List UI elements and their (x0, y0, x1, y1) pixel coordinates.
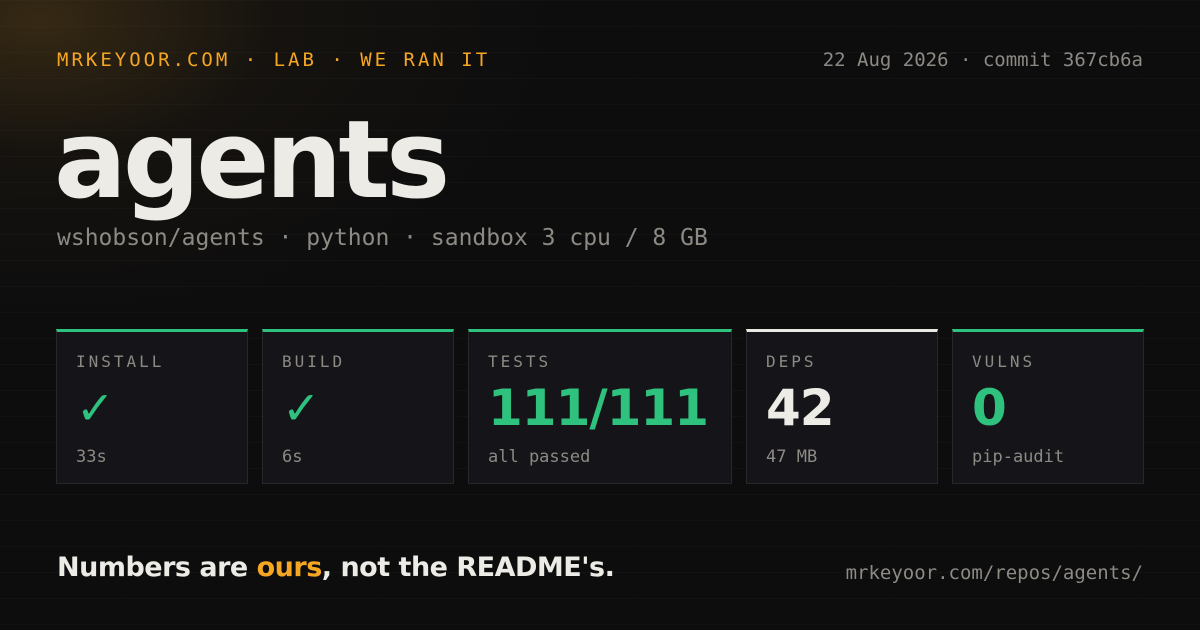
tagline-accent: ours (256, 552, 323, 583)
stat-label: BUILD (282, 352, 346, 371)
tagline-text: , not the README's. (321, 552, 615, 583)
stat-note: 47 MB (766, 447, 818, 467)
og-card: MRKEYOOR.COM · LAB · WE RAN IT 22 Aug 20… (0, 0, 1200, 630)
page-url: mrkeyoor.com/repos/agents/ (845, 562, 1143, 584)
stat-value: 111/111 (488, 379, 709, 437)
stat-card-vulns: VULNS 0 pip-audit (952, 329, 1144, 484)
stat-card-tests: TESTS 111/111 all passed (468, 329, 732, 484)
stat-card-deps: DEPS 42 47 MB (746, 329, 938, 484)
date-commit-meta: 22 Aug 2026 · commit 367cb6a (822, 49, 1143, 71)
tagline: Numbers are ours, not the README's. (57, 552, 615, 583)
stat-note: 6s (282, 447, 303, 467)
stat-note: all passed (488, 447, 591, 467)
stat-label: TESTS (488, 352, 552, 371)
stat-value: 42 (766, 379, 835, 437)
stat-card-build: BUILD ✓ 6s (262, 329, 454, 484)
stat-note: pip-audit (972, 447, 1065, 467)
site-kicker: MRKEYOOR.COM · LAB · WE RAN IT (57, 49, 491, 71)
checkmark-icon: ✓ (282, 381, 321, 435)
stat-card-install: INSTALL ✓ 33s (56, 329, 248, 484)
page-title: agents (54, 98, 450, 223)
repo-subtitle: wshobson/agents · python · sandbox 3 cpu… (57, 225, 708, 251)
stat-label: INSTALL (76, 352, 165, 371)
stat-label: DEPS (766, 352, 817, 371)
stat-note: 33s (76, 447, 107, 467)
tagline-text: Numbers are (57, 552, 257, 583)
stat-value: 0 (972, 379, 1007, 437)
stat-label: VULNS (972, 352, 1036, 371)
checkmark-icon: ✓ (76, 381, 115, 435)
